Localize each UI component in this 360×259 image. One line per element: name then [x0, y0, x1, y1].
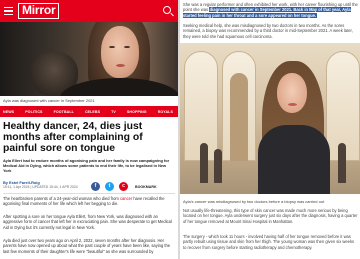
- share-bar: f t c BOOKMARK: [91, 182, 157, 191]
- cancer-link[interactable]: cancer: [120, 196, 132, 201]
- bookmark-button[interactable]: BOOKMARK: [135, 185, 157, 189]
- article-left-panel: Mirror Ayla was diagnosed with cancer in…: [0, 0, 178, 259]
- arch-shape: [230, 73, 248, 161]
- paragraph-misdiagnosis: Seeking medical help, she was misdiagnos…: [183, 23, 353, 39]
- masthead: Mirror: [0, 0, 178, 22]
- paragraph-text: The heartbroken parents of a 24-year-old…: [3, 196, 120, 201]
- nav-item-football[interactable]: FOOTBALL: [54, 110, 74, 114]
- hero-image-left: [0, 22, 178, 96]
- nav-item-royals[interactable]: ROYALS: [158, 110, 173, 114]
- divider: [3, 193, 175, 194]
- menu-icon[interactable]: [4, 7, 13, 15]
- paragraph-surgery: The surgery - which took 11 hours - invo…: [183, 234, 355, 250]
- body-shape: [258, 125, 330, 194]
- nav-item-shopping[interactable]: SHOPPING: [127, 110, 147, 114]
- person-shape: [200, 143, 208, 183]
- article-headline: Healthy dancer, 24, dies just months aft…: [3, 121, 143, 155]
- lips-shape: [288, 103, 297, 106]
- nav-item-politics[interactable]: POLITICS: [25, 110, 42, 114]
- person-shape: [338, 143, 346, 183]
- eye-shape: [109, 46, 115, 48]
- paragraph-3: Ayla died just over two years ago on Apr…: [3, 238, 171, 254]
- paragraph-1: The heartbroken parents of a 24-year-old…: [3, 196, 175, 207]
- nav-item-news[interactable]: NEWS: [3, 110, 14, 114]
- section-nav: NEWS POLITICS FOOTBALL CELEBS TV SHOPPING ROYA…: [0, 106, 178, 117]
- hero-image-right: [180, 43, 360, 194]
- twitter-icon[interactable]: t: [105, 182, 114, 191]
- mirror-logo[interactable]: Mirror: [18, 3, 60, 19]
- eye-shape: [124, 46, 130, 48]
- nav-item-celebs[interactable]: CELEBS: [85, 110, 100, 114]
- paragraph-cancer-type: Not usually life-threatening, this type …: [183, 208, 358, 224]
- face-shape: [101, 26, 139, 78]
- nav-item-tv[interactable]: TV: [111, 110, 116, 114]
- paragraph-2: After spotting a sore on her tongue Ayla…: [3, 214, 172, 230]
- facebook-icon[interactable]: f: [91, 182, 100, 191]
- lips-shape: [116, 64, 125, 67]
- paragraph-diagnosis: She was a regular performer and often ex…: [183, 2, 358, 18]
- publish-date: 15:11, 1 Apr 2024 | UPDATED 15:44, 1 APR…: [3, 185, 78, 189]
- face-shape: [277, 73, 307, 113]
- image-caption: Ayla's cancer was misdiagnosed by two do…: [183, 199, 325, 204]
- image-caption: Ayla was diagnosed with cancer in Septem…: [3, 98, 95, 103]
- search-icon[interactable]: [163, 6, 171, 14]
- article-standfirst: Ayla Ellert had to endure months of agon…: [3, 158, 170, 174]
- shoulder-shape: [60, 78, 178, 96]
- comments-icon[interactable]: c: [119, 182, 128, 191]
- person-shape: [214, 149, 222, 183]
- highlighted-text[interactable]: diagnosed with cancer in September 2021.…: [183, 7, 351, 18]
- article-right-panel: She was a regular performer and often ex…: [180, 0, 360, 259]
